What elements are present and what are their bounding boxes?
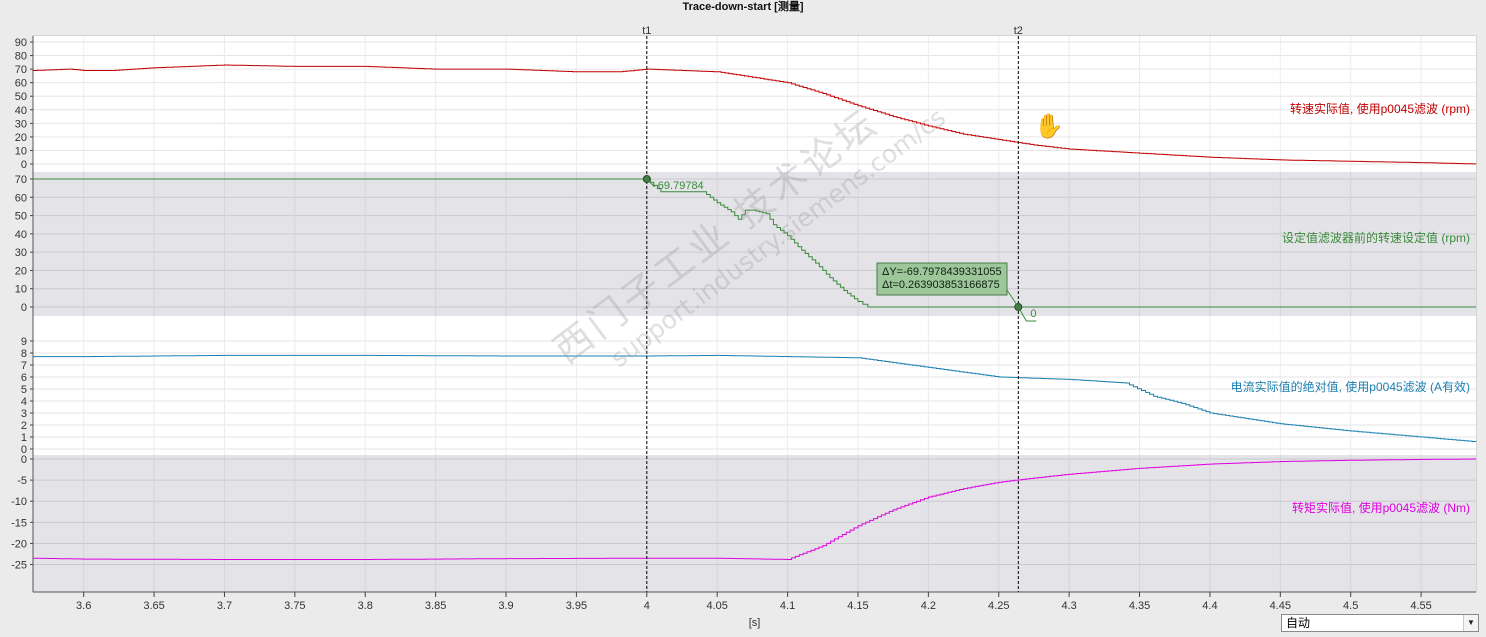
cursor-t2-value: 0: [1030, 308, 1036, 320]
panel-3-y-tick-label: 7: [21, 360, 27, 372]
cursor-t1-value: 69.79784: [658, 180, 704, 192]
x-tick-label: 3.7: [217, 600, 232, 612]
panel-3-y-tick-label: 9: [21, 336, 27, 348]
delta-y-value: ΔY=-69.7978439331055: [882, 266, 1002, 278]
panel-4-y-tick-label: -10: [11, 496, 27, 508]
x-axis-unit: [s]: [749, 617, 761, 629]
x-tick-label: 3.75: [284, 600, 305, 612]
panel-1-y-tick-label: 30: [15, 118, 27, 130]
x-tick-label: 4.35: [1129, 600, 1150, 612]
x-tick-label: 3.8: [358, 600, 373, 612]
x-tick-label: 4.45: [1270, 600, 1291, 612]
x-tick-label: 4: [644, 600, 650, 612]
x-tick-label: 4.4: [1202, 600, 1217, 612]
panel-2-y-tick-label: 40: [15, 229, 27, 241]
trace-chart[interactable]: 9080706050403020100转速实际值, 使用p0045滤波 (rpm…: [0, 0, 1486, 637]
panel-2-y-tick-label: 50: [15, 211, 27, 223]
x-tick-label: 3.9: [498, 600, 513, 612]
x-tick-label: 4.2: [921, 600, 936, 612]
chevron-down-icon[interactable]: ▼: [1463, 615, 1478, 631]
x-tick-label: 4.3: [1061, 600, 1076, 612]
panel-3-y-tick-label: 3: [21, 408, 27, 420]
x-tick-label: 4.1: [780, 600, 795, 612]
x-tick-label: 4.05: [706, 600, 727, 612]
cursor-t1-label: t1: [642, 25, 651, 37]
series-2-label: 设定值滤波器前的转速设定值 (rpm): [1282, 230, 1470, 245]
panel-1-y-tick-label: 20: [15, 132, 27, 144]
panel-2-y-tick-label: 60: [15, 192, 27, 204]
panel-1-y-tick-label: 0: [21, 159, 27, 171]
panel-4-y-tick-label: -25: [11, 560, 27, 572]
panel-4-y-tick-label: -20: [11, 538, 27, 550]
panel-3-y-tick-label: 2: [21, 420, 27, 432]
x-tick-label: 3.65: [143, 600, 164, 612]
panel-3-y-tick-label: 4: [21, 396, 27, 408]
panel-4-background: [33, 455, 1476, 592]
panel-2-background: [33, 172, 1476, 316]
x-tick-label: 3.95: [566, 600, 587, 612]
panel-1-y-tick-label: 40: [15, 105, 27, 117]
series-1-label: 转速实际值, 使用p0045滤波 (rpm): [1290, 101, 1470, 116]
hand-cursor-icon: ✋: [1034, 113, 1064, 140]
panel-3-y-tick-label: 5: [21, 384, 27, 396]
panel-1-y-tick-label: 10: [15, 145, 27, 157]
panel-1-y-tick-label: 70: [15, 64, 27, 76]
panel-2-y-tick-label: 30: [15, 247, 27, 259]
panel-3-y-tick-label: 6: [21, 372, 27, 384]
panel-2-y-tick-label: 0: [21, 302, 27, 314]
panel-2-y-tick-label: 70: [15, 174, 27, 186]
cursor-t2-label: t2: [1014, 25, 1023, 37]
x-tick-label: 3.85: [425, 600, 446, 612]
mode-select[interactable]: 自动 ▼: [1281, 614, 1479, 632]
panel-1-background: [33, 36, 1476, 172]
panel-4-y-tick-label: 0: [21, 454, 27, 466]
panel-3-y-tick-label: 1: [21, 432, 27, 444]
panel-2-y-tick-label: 20: [15, 265, 27, 277]
panel-1-y-tick-label: 90: [15, 37, 27, 49]
delta-t-value: Δt=0.263903853166875: [882, 279, 1000, 291]
mode-select-value: 自动: [1286, 616, 1311, 630]
panel-2-y-tick-label: 10: [15, 284, 27, 296]
panel-3-y-tick-label: 8: [21, 348, 27, 360]
x-tick-label: 4.25: [988, 600, 1009, 612]
x-tick-label: 4.15: [847, 600, 868, 612]
x-tick-label: 4.55: [1410, 600, 1431, 612]
x-tick-label: 4.5: [1343, 600, 1358, 612]
panel-1-y-tick-label: 80: [15, 51, 27, 63]
x-tick-label: 3.6: [76, 600, 91, 612]
panel-4-y-tick-label: -15: [11, 517, 27, 529]
panel-4-y-tick-label: -5: [17, 475, 27, 487]
series-3-label: 电流实际值的绝对值, 使用p0045滤波 (A有效): [1231, 379, 1470, 394]
panel-1-y-tick-label: 50: [15, 91, 27, 103]
panel-1-y-tick-label: 60: [15, 78, 27, 90]
series-4-label: 转矩实际值, 使用p0045滤波 (Nm): [1292, 500, 1470, 515]
